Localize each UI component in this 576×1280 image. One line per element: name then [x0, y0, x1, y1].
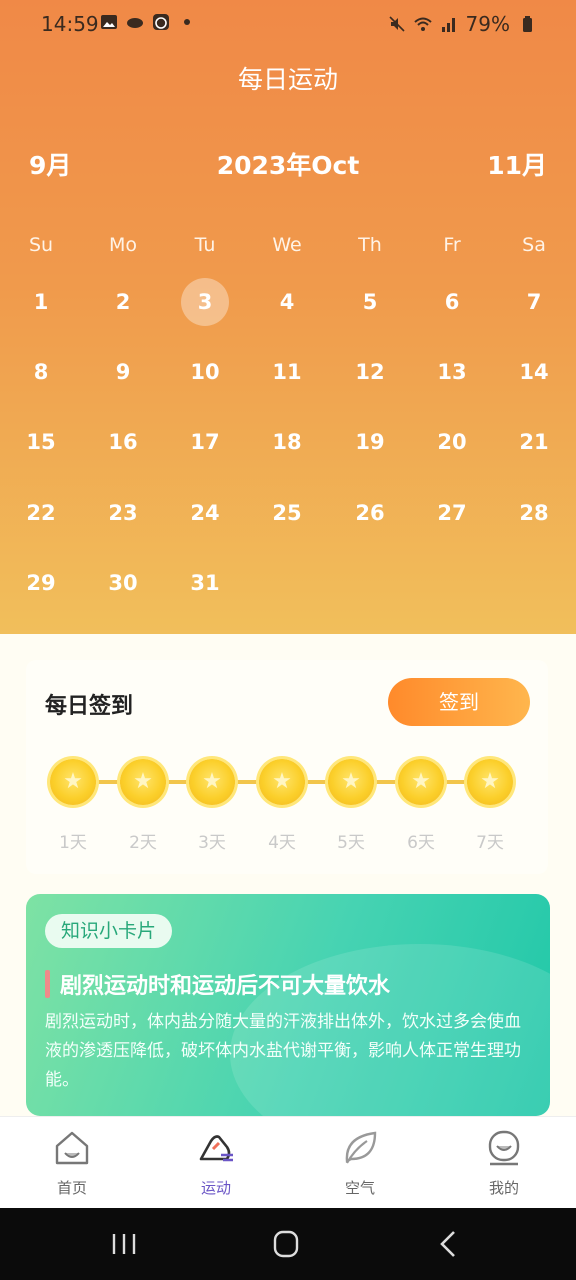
calendar-day-31[interactable]: 31	[181, 559, 229, 607]
calendar-day-23[interactable]: 23	[99, 489, 147, 537]
calendar-day-5[interactable]: 5	[346, 278, 394, 326]
star-icon: ★	[272, 769, 292, 794]
calendar-day-29[interactable]: 29	[17, 559, 65, 607]
knowledge-body: 剧烈运动时，体内盐分随大量的汗液排出体外，饮水过多会使血液的渗透压降低，破坏体内…	[45, 1012, 521, 1090]
calendar-day-22[interactable]: 22	[17, 489, 65, 537]
calendar-day-19[interactable]: 19	[346, 418, 394, 466]
signin-coin-1: ★	[50, 759, 96, 805]
signin-day-label: 2天	[129, 833, 157, 853]
home-icon	[55, 1131, 89, 1165]
tab-sport[interactable]: 运动	[166, 1117, 266, 1209]
tab-mine-label: 我的	[488, 1179, 519, 1197]
signin-coin-5: ★	[328, 759, 374, 805]
calendar-day-20[interactable]: 20	[428, 418, 476, 466]
calendar-day-24[interactable]: 24	[181, 489, 229, 537]
tab-sport-label: 运动	[200, 1179, 231, 1197]
calendar-day-3[interactable]: 3	[181, 278, 229, 326]
tab-home-label: 首页	[56, 1179, 87, 1197]
title-accent-bar	[45, 970, 50, 998]
calendar-day-26[interactable]: 26	[346, 489, 394, 537]
system-nav-bar	[0, 1208, 576, 1280]
signin-day-label: 5天	[337, 833, 365, 853]
calendar-day-7[interactable]: 7	[510, 278, 558, 326]
star-icon: ★	[202, 769, 222, 794]
tab-air-label: 空气	[344, 1179, 375, 1197]
star-icon: ★	[341, 769, 361, 794]
calendar-day-11[interactable]: 11	[263, 348, 311, 396]
signin-day-label: 7天	[476, 833, 504, 853]
bottom-tab-bar: 首页 运动 空气 我的	[0, 1116, 576, 1209]
calendar-day-21[interactable]: 21	[510, 418, 558, 466]
signin-day-label: 1天	[59, 833, 87, 853]
calendar-day-1[interactable]: 1	[17, 278, 65, 326]
leaf-icon	[345, 1131, 377, 1164]
tab-mine[interactable]: 我的	[454, 1117, 554, 1209]
calendar-day-8[interactable]: 8	[17, 348, 65, 396]
star-icon: ★	[133, 769, 153, 794]
home-button-icon[interactable]	[266, 1226, 306, 1262]
calendar-day-9[interactable]: 9	[99, 348, 147, 396]
calendar-grid: 1 2 3 4 5 6 7 8 9 10 11 12 13 14 15 16 17 18 19 20 21 22 23 24 2…	[0, 0, 576, 634]
calendar-day-2[interactable]: 2	[99, 278, 147, 326]
running-shoe-icon	[199, 1135, 233, 1162]
signin-title: 每日签到	[45, 694, 134, 719]
profile-icon	[488, 1130, 520, 1166]
calendar-day-15[interactable]: 15	[17, 418, 65, 466]
tab-air[interactable]: 空气	[310, 1117, 410, 1209]
calendar-day-30[interactable]: 30	[99, 559, 147, 607]
knowledge-card[interactable]: 知识小卡片 剧烈运动时和运动后不可大量饮水 剧烈运动时，体内盐分随大量的汗液排出…	[26, 894, 550, 1116]
tab-home[interactable]: 首页	[22, 1117, 122, 1209]
knowledge-title: 剧烈运动时和运动后不可大量饮水	[60, 974, 391, 999]
signin-button[interactable]: 签到	[388, 678, 530, 726]
star-icon: ★	[411, 769, 431, 794]
calendar-day-27[interactable]: 27	[428, 489, 476, 537]
calendar-day-17[interactable]: 17	[181, 418, 229, 466]
calendar-day-12[interactable]: 12	[346, 348, 394, 396]
calendar-day-6[interactable]: 6	[428, 278, 476, 326]
daily-signin-card: 每日签到 签到 ★ 1天 ★ 2天 ★ 3天 ★ 4天 ★ 5天 ★ 6天 ★ 7天	[26, 660, 548, 874]
signin-coin-4: ★	[259, 759, 305, 805]
star-icon: ★	[63, 769, 83, 794]
signin-coin-7: ★	[467, 759, 513, 805]
recent-apps-icon[interactable]	[104, 1226, 144, 1262]
calendar-day-13[interactable]: 13	[428, 348, 476, 396]
back-icon[interactable]	[428, 1226, 468, 1262]
star-icon: ★	[480, 769, 500, 794]
calendar-day-14[interactable]: 14	[510, 348, 558, 396]
signin-coin-3: ★	[189, 759, 235, 805]
knowledge-tag: 知识小卡片	[45, 914, 173, 948]
signin-coin-6: ★	[398, 759, 444, 805]
calendar-day-28[interactable]: 28	[510, 489, 558, 537]
calendar-day-4[interactable]: 4	[263, 278, 311, 326]
calendar-day-10[interactable]: 10	[181, 348, 229, 396]
signin-day-label: 4天	[268, 833, 296, 853]
signin-coin-2: ★	[120, 759, 166, 805]
calendar-day-18[interactable]: 18	[263, 418, 311, 466]
calendar-header: 14:59 79% 每日运动 9月 2023年Oct 11月 Su Mo Tu We T…	[0, 0, 576, 634]
signin-day-label: 6天	[407, 833, 435, 853]
calendar-day-16[interactable]: 16	[99, 418, 147, 466]
signin-day-label: 3天	[198, 833, 226, 853]
calendar-day-25[interactable]: 25	[263, 489, 311, 537]
